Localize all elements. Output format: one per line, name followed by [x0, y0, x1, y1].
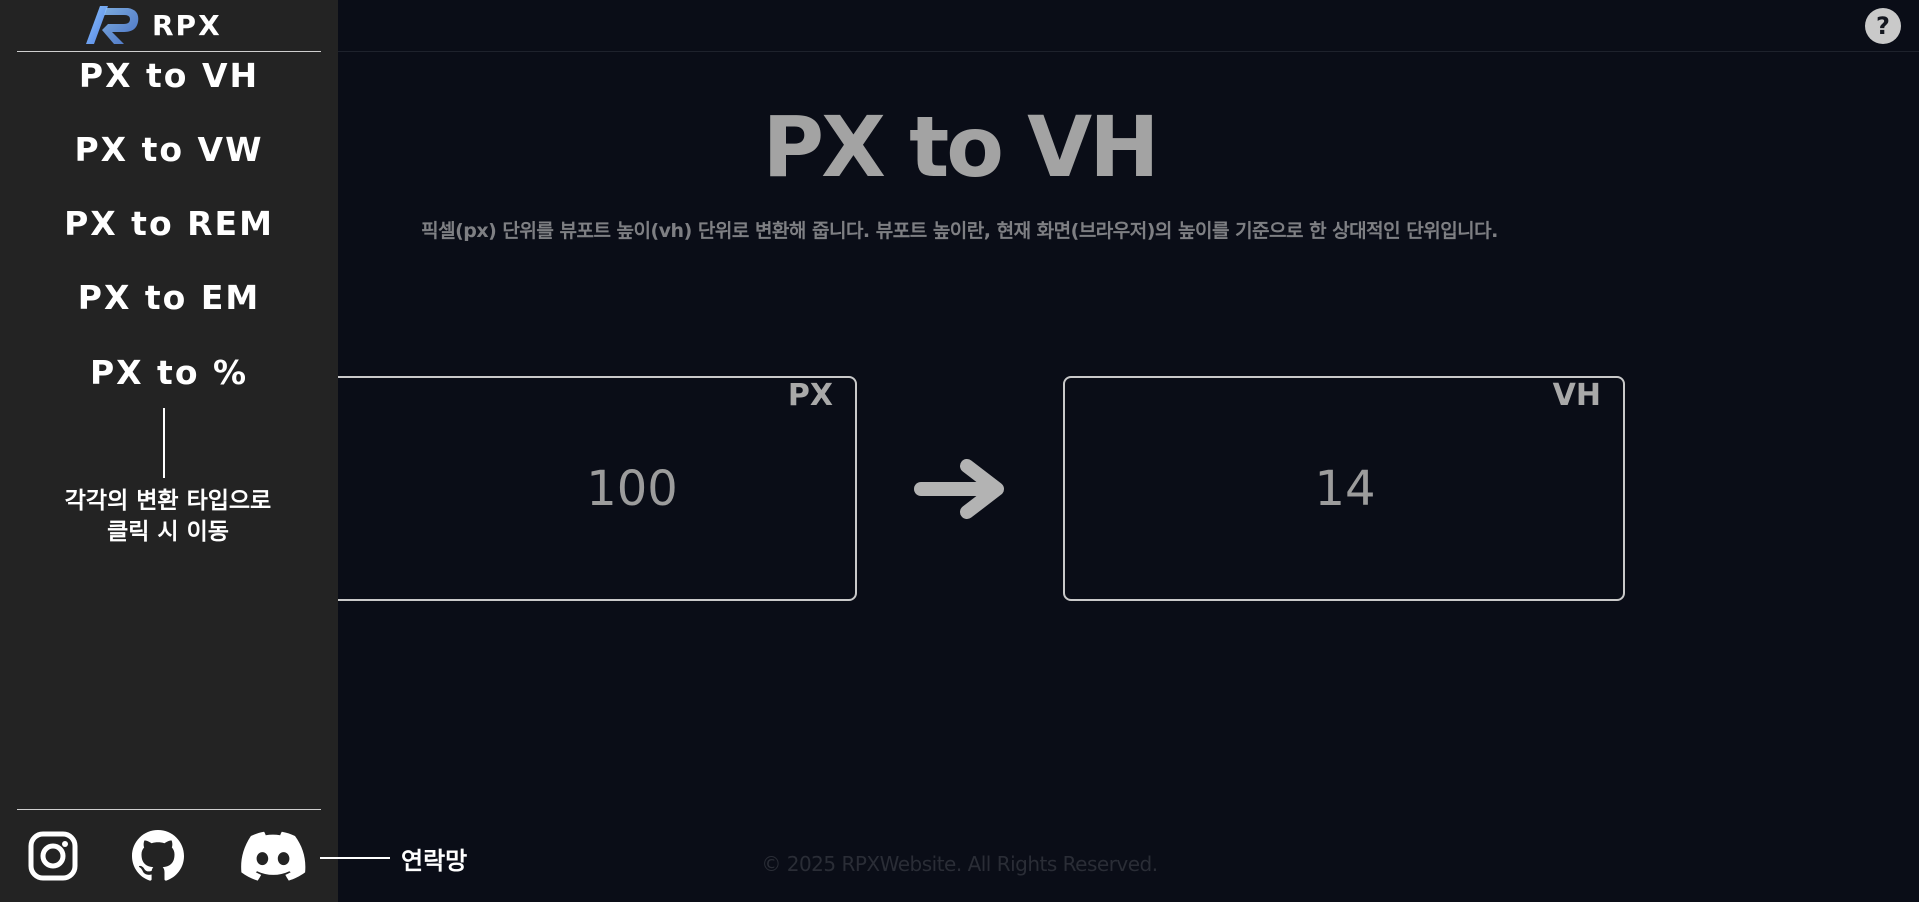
sidebar-divider-top	[17, 51, 321, 52]
sidebar-divider-bottom	[17, 809, 321, 810]
px-unit-label: PX	[787, 378, 833, 413]
nav-item-px-to-percent[interactable]: PX to %	[0, 353, 338, 409]
help-button[interactable]: ?	[1865, 8, 1901, 44]
sidebar: RPX PX to VH PX to VW PX to REM PX to EM…	[0, 0, 338, 902]
nav-item-px-to-vw[interactable]: PX to VW	[0, 130, 338, 186]
annotation-nav-note: 각각의 변환 타입으로 클릭 시 이동	[64, 488, 272, 545]
arrow-right-icon	[914, 459, 1004, 519]
logo[interactable]: RPX	[84, 2, 222, 48]
github-icon[interactable]	[131, 828, 185, 884]
annotation-line-contact	[320, 857, 390, 859]
nav-item-px-to-em[interactable]: PX to EM	[0, 278, 338, 334]
brand-name: RPX	[152, 8, 222, 42]
app-root: ? PX to VH 픽셀(px) 단위를 뷰포트 높이(vh) 단위로 변환해…	[0, 0, 1919, 902]
px-input-field[interactable]	[532, 378, 732, 599]
page-description: 픽셀(px) 단위를 뷰포트 높이(vh) 단위로 변환해 줍니다. 뷰포트 높…	[421, 220, 1498, 242]
annotation-contact-note: 연락망	[401, 847, 468, 875]
nav-item-px-to-vh[interactable]: PX to VH	[0, 56, 338, 112]
instagram-icon[interactable]	[27, 828, 79, 884]
vh-unit-label: VH	[1552, 378, 1601, 413]
footer-copyright: © 2025 RPXWebsite. All Rights Reserved.	[761, 852, 1158, 876]
vh-output-field[interactable]	[1265, 378, 1425, 599]
rpx-logo-icon	[86, 6, 139, 44]
nav-item-px-to-rem[interactable]: PX to REM	[0, 204, 338, 260]
vh-output-box[interactable]: VH	[1063, 376, 1625, 601]
page-title: PX to VH	[762, 98, 1160, 196]
discord-icon[interactable]	[240, 828, 306, 884]
annotation-line-nav	[163, 408, 165, 478]
